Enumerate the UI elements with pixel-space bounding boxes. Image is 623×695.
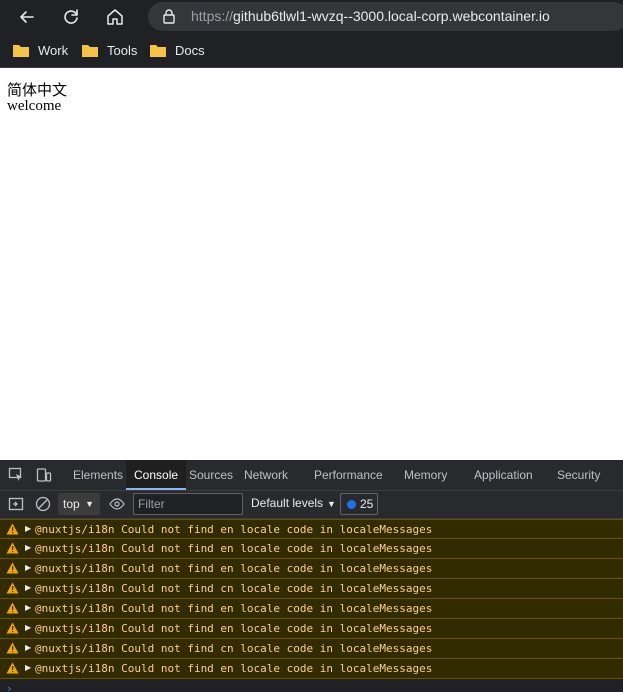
- expand-triangle-icon[interactable]: ▶: [25, 543, 31, 552]
- tab-network[interactable]: Network: [244, 460, 288, 490]
- folder-icon: [150, 44, 166, 57]
- expand-triangle-icon[interactable]: ▶: [25, 603, 31, 612]
- console-message: @nuxtjs/i18n Could not find en locale co…: [35, 542, 433, 555]
- language-text: 简体中文: [7, 81, 68, 99]
- console-message: @nuxtjs/i18n Could not find en locale co…: [35, 622, 433, 635]
- context-value: top: [63, 497, 80, 511]
- tab-memory[interactable]: Memory: [404, 460, 447, 490]
- show-sidebar-icon[interactable]: [8, 496, 24, 512]
- expand-triangle-icon[interactable]: ▶: [25, 623, 31, 632]
- warning-icon: [6, 642, 19, 654]
- console-warning-row[interactable]: ▶ @nuxtjs/i18n Could not find cn locale …: [0, 579, 623, 599]
- issues-counter[interactable]: 25: [340, 493, 378, 515]
- console-warning-row[interactable]: ▶ @nuxtjs/i18n Could not find en locale …: [0, 559, 623, 579]
- warning-icon: [6, 542, 19, 554]
- browser-toolbar: https://github6tlwl1-wvzq--3000.local-co…: [0, 0, 623, 33]
- bookmark-label: Docs: [175, 42, 205, 58]
- console-messages: ▶ @nuxtjs/i18n Could not find en locale …: [0, 519, 623, 679]
- welcome-text: welcome: [7, 98, 62, 114]
- levels-label: Default levels: [251, 496, 324, 510]
- warning-icon: [6, 523, 19, 535]
- log-levels-dropdown[interactable]: Default levels ▼: [251, 496, 336, 510]
- url-host: github6tlwl1-wvzq--3000.local-corp.webco…: [233, 8, 550, 24]
- reload-button[interactable]: [60, 6, 82, 28]
- warning-icon: [6, 582, 19, 594]
- lock-icon[interactable]: [162, 8, 176, 24]
- issues-count: 25: [360, 497, 374, 511]
- console-warning-row[interactable]: ▶ @nuxtjs/i18n Could not find en locale …: [0, 599, 623, 619]
- console-message: @nuxtjs/i18n Could not find cn locale co…: [35, 642, 433, 655]
- warning-icon: [6, 622, 19, 634]
- back-button[interactable]: [16, 6, 38, 28]
- console-warning-row[interactable]: ▶ @nuxtjs/i18n Could not find en locale …: [0, 519, 623, 539]
- console-prompt[interactable]: ›: [6, 682, 13, 695]
- bookmark-label: Work: [38, 42, 69, 58]
- expand-triangle-icon[interactable]: ▶: [25, 583, 31, 592]
- console-warning-row[interactable]: ▶ @nuxtjs/i18n Could not find en locale …: [0, 539, 623, 559]
- filter-placeholder: Filter: [138, 497, 165, 511]
- console-message: @nuxtjs/i18n Could not find en locale co…: [35, 562, 433, 575]
- tab-performance[interactable]: Performance: [314, 460, 383, 490]
- expand-triangle-icon[interactable]: ▶: [25, 643, 31, 652]
- bookmark-work[interactable]: Work: [12, 41, 68, 59]
- device-toolbar-icon[interactable]: [36, 467, 52, 483]
- inspect-element-icon[interactable]: [8, 467, 24, 483]
- live-expression-eye-icon[interactable]: [109, 497, 125, 511]
- tab-security[interactable]: Security: [557, 460, 600, 490]
- warning-icon: [6, 562, 19, 574]
- folder-icon: [82, 44, 98, 57]
- console-toolbar: top ▼ Filter Default levels ▼ 25: [0, 491, 623, 519]
- issue-dot-icon: [347, 499, 356, 509]
- expand-triangle-icon[interactable]: ▶: [25, 563, 31, 572]
- devtools-panel: Elements Console Sources Network Perform…: [0, 460, 623, 695]
- folder-icon: [13, 44, 29, 57]
- home-icon: [107, 9, 123, 25]
- tab-console[interactable]: Console: [126, 460, 187, 490]
- console-warning-row[interactable]: ▶ @nuxtjs/i18n Could not find cn locale …: [0, 639, 623, 659]
- address-bar[interactable]: https://github6tlwl1-wvzq--3000.local-co…: [148, 2, 623, 31]
- console-message: @nuxtjs/i18n Could not find cn locale co…: [35, 582, 433, 595]
- clear-console-icon[interactable]: [35, 496, 51, 512]
- back-arrow-icon: [20, 11, 34, 23]
- home-button[interactable]: [104, 6, 126, 28]
- devtools-tabbar: Elements Console Sources Network Perform…: [0, 460, 623, 491]
- reload-icon: [64, 9, 78, 24]
- console-message: @nuxtjs/i18n Could not find en locale co…: [35, 662, 433, 675]
- warning-icon: [6, 662, 19, 674]
- url-text[interactable]: https://github6tlwl1-wvzq--3000.local-co…: [191, 8, 550, 24]
- console-warning-row[interactable]: ▶ @nuxtjs/i18n Could not find en locale …: [0, 619, 623, 639]
- console-warning-row[interactable]: ▶ @nuxtjs/i18n Could not find en locale …: [0, 659, 623, 679]
- expand-triangle-icon[interactable]: ▶: [25, 524, 31, 533]
- tab-application[interactable]: Application: [474, 460, 533, 490]
- expand-triangle-icon[interactable]: ▶: [25, 663, 31, 672]
- bookmark-tools[interactable]: Tools: [81, 41, 137, 59]
- bookmark-docs[interactable]: Docs: [149, 41, 205, 59]
- tab-sources[interactable]: Sources: [189, 460, 233, 490]
- dropdown-caret-icon: ▼: [85, 499, 94, 509]
- filter-input[interactable]: Filter: [133, 493, 243, 515]
- console-message: @nuxtjs/i18n Could not find en locale co…: [35, 602, 433, 615]
- url-scheme: https://: [191, 8, 234, 24]
- bookmarks-bar: Work Tools Docs: [0, 33, 623, 68]
- warning-icon: [6, 602, 19, 614]
- bookmark-label: Tools: [107, 42, 138, 58]
- page-viewport: 简体中文 welcome: [0, 68, 623, 460]
- tab-elements[interactable]: Elements: [73, 460, 123, 490]
- dropdown-caret-icon: ▼: [327, 499, 336, 509]
- console-message: @nuxtjs/i18n Could not find en locale co…: [35, 523, 433, 536]
- context-selector[interactable]: top ▼: [58, 493, 100, 515]
